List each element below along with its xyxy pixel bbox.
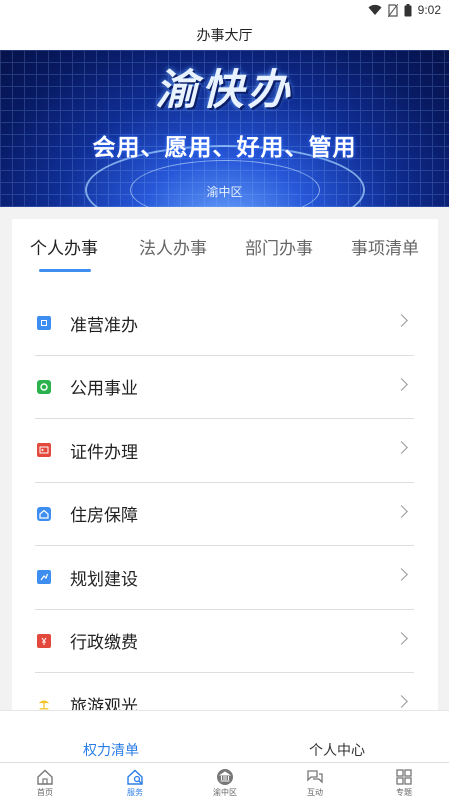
interaction-icon	[307, 770, 323, 784]
chevron-right-icon	[395, 314, 408, 327]
tab-item-list[interactable]: 事项清单	[351, 234, 419, 259]
nav-label: 渝中区	[213, 788, 237, 797]
category-tabs: 个人办事 法人办事 部门办事 事项清单	[12, 219, 438, 277]
nav-interaction[interactable]: 互动	[270, 763, 360, 800]
tab-power-list[interactable]: 权力清单	[83, 740, 139, 760]
banner-logo: 渝快办	[155, 65, 294, 114]
house-icon	[37, 506, 51, 521]
nav-label: 首页	[37, 788, 53, 797]
bank-icon	[217, 769, 233, 785]
nav-district[interactable]: 渝中区	[180, 763, 270, 800]
list-item-label: 行政缴费	[70, 633, 138, 653]
list-item-payment[interactable]: 行政缴费	[35, 610, 414, 673]
list-item-housing[interactable]: 住房保障	[35, 483, 414, 546]
chevron-right-icon	[395, 631, 408, 645]
chevron-right-icon	[395, 695, 408, 708]
id-card-icon	[37, 443, 51, 458]
chevron-right-icon	[395, 377, 408, 391]
list-item-label: 住房保障	[70, 506, 138, 526]
nav-label: 服务	[127, 788, 143, 797]
chevron-right-icon	[395, 504, 408, 518]
service-list: 准营准办 公用事业 证件办理 住房保障 规划建设 行政缴费 旅游观光	[35, 292, 414, 737]
list-item-label: 证件办理	[70, 442, 138, 462]
planning-icon	[37, 570, 51, 585]
list-item-id-card[interactable]: 证件办理	[35, 419, 414, 483]
title-bar: 办事大厅	[0, 20, 449, 50]
chevron-right-icon	[395, 568, 408, 581]
topics-icon	[396, 769, 412, 785]
tab-personal[interactable]: 个人办事	[30, 234, 98, 259]
list-item-utility[interactable]: 公用事业	[35, 356, 414, 419]
status-time: 9:02	[417, 3, 441, 17]
nav-service[interactable]: 服务	[90, 763, 180, 800]
battery-icon	[404, 3, 412, 16]
banner[interactable]: 渝快办 会用、愿用、好用、管用 渝中区	[0, 50, 449, 207]
tab-legal-entity[interactable]: 法人办事	[139, 234, 207, 259]
wifi-icon	[368, 4, 382, 15]
tab-personal-center[interactable]: 个人中心	[309, 740, 365, 760]
tab-department[interactable]: 部门办事	[245, 234, 313, 259]
list-item-label: 准营准办	[70, 315, 138, 335]
list-item-planning[interactable]: 规划建设	[35, 546, 414, 610]
nav-home[interactable]: 首页	[0, 763, 90, 800]
license-icon	[37, 316, 51, 331]
nav-topics[interactable]: 专题	[359, 763, 449, 800]
chevron-right-icon	[395, 441, 408, 454]
banner-district: 渝中区	[206, 185, 243, 199]
section-tabs: 权力清单 个人中心	[0, 710, 449, 762]
list-item-license[interactable]: 准营准办	[35, 292, 414, 356]
home-icon	[37, 769, 53, 785]
tab-active-indicator	[39, 269, 91, 272]
utility-icon	[37, 379, 51, 394]
no-sim-icon	[387, 3, 398, 17]
payment-icon	[37, 633, 51, 648]
banner-slogan: 会用、愿用、好用、管用	[92, 134, 357, 160]
page-title: 办事大厅	[196, 27, 253, 43]
bottom-nav: 首页 服务 渝中区 互动 专题	[0, 762, 449, 800]
service-card: 个人办事 法人办事 部门办事 事项清单 准营准办 公用事业 证件办理 住房保障 …	[12, 219, 438, 764]
nav-label: 专题	[396, 788, 412, 797]
service-icon	[127, 769, 143, 785]
nav-label: 互动	[307, 788, 323, 797]
list-item-label: 公用事业	[70, 379, 138, 399]
list-item-label: 规划建设	[70, 569, 138, 589]
status-bar: 9:02	[0, 0, 449, 20]
